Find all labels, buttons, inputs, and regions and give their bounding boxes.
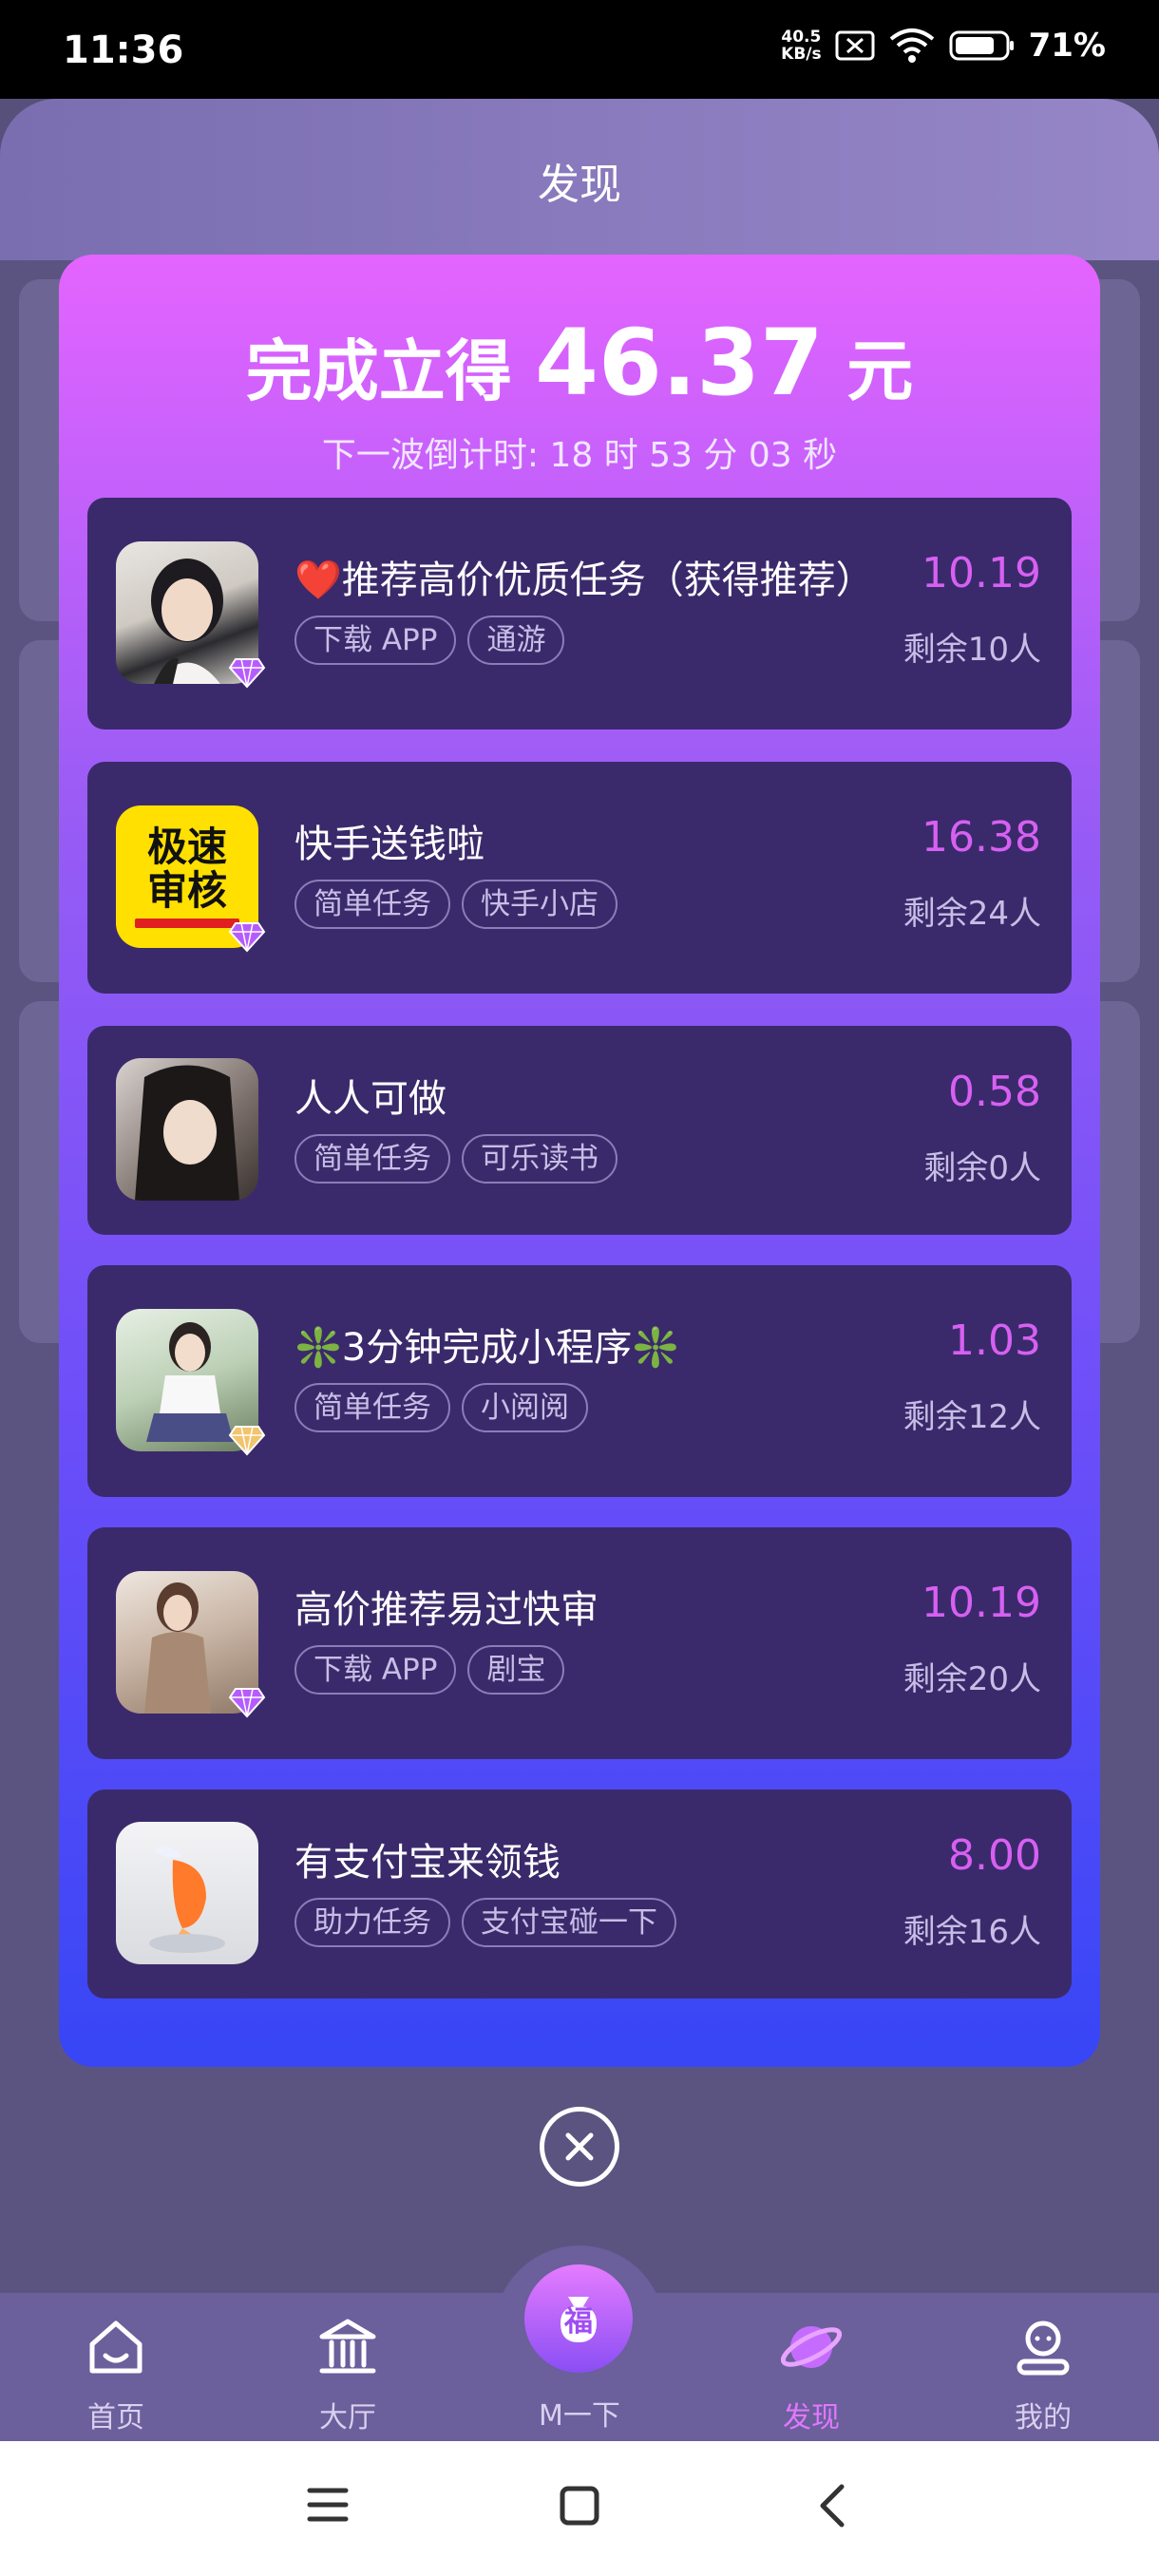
task-price: 8.00 (948, 1831, 1041, 1880)
status-time: 11:36 (63, 28, 184, 72)
girl-portrait-image (135, 1065, 239, 1201)
battery-icon (949, 30, 1014, 61)
task-name: 有支付宝来领钱 (294, 1841, 560, 1885)
task-tag: 简单任务 (294, 880, 450, 929)
diamond-badge-icon (228, 1688, 266, 1718)
task-popup: 完成立得 46.37 元 下一波倒计时: 18 时 53 分 03 秒 ❤️推荐… (59, 255, 1100, 2067)
task-remaining: 剩余24人 (902, 895, 1041, 933)
task-remaining: 剩余0人 (923, 1149, 1041, 1187)
task-tag: 下载 APP (294, 616, 457, 665)
task-tags: 下载 APP 剧宝 (294, 1645, 565, 1695)
page-title: 发现 (538, 161, 621, 209)
task-tag: 简单任务 (294, 1383, 450, 1432)
popup-title-amount: 46.37 (535, 310, 824, 416)
home-icon (89, 2320, 142, 2374)
logo-text-line1: 极速 (146, 824, 227, 870)
task-card[interactable]: 有支付宝来领钱 助力任务 支付宝碰一下 8.00 剩余16人 (87, 1790, 1072, 1998)
nav-label: 首页 (87, 2401, 144, 2434)
task-name: 高价推荐易过快审 (294, 1588, 598, 1632)
popup-title-prefix: 完成立得 (245, 332, 512, 410)
close-icon (565, 2132, 594, 2161)
logo-red-bar (135, 919, 239, 928)
diamond-gold-badge-icon (228, 1426, 266, 1456)
task-price: 10.19 (922, 549, 1041, 597)
planet-icon (780, 2326, 843, 2368)
home-square-icon[interactable] (559, 2485, 600, 2527)
task-price: 0.58 (948, 1068, 1041, 1116)
nav-label: 我的 (1015, 2401, 1072, 2434)
task-price: 10.19 (922, 1579, 1041, 1627)
task-card[interactable]: ❇️3分钟完成小程序❇️ 简单任务 小阅阅 1.03 剩余12人 (87, 1265, 1072, 1497)
task-price: 1.03 (948, 1316, 1041, 1365)
task-tags: 简单任务 可乐读书 (294, 1134, 618, 1184)
task-price: 16.38 (922, 813, 1041, 862)
task-tags: 简单任务 小阅阅 (294, 1383, 588, 1432)
task-remaining: 剩余12人 (902, 1398, 1041, 1436)
task-tag: 剧宝 (467, 1645, 565, 1695)
task-remaining: 剩余16人 (902, 1913, 1041, 1951)
logo-text-line2: 审核 (146, 867, 227, 914)
fu-character: 福 (564, 2305, 593, 2339)
task-tag: 快手小店 (462, 880, 618, 929)
task-tags: 简单任务 快手小店 (294, 880, 618, 929)
task-thumbnail (116, 1058, 258, 1201)
page-header: 发现 (0, 99, 1159, 260)
task-name: 快手送钱啦 (294, 823, 484, 866)
task-remaining: 剩余20人 (902, 1660, 1041, 1698)
task-tags: 助力任务 支付宝碰一下 (294, 1898, 676, 1947)
no-sim-icon (835, 30, 875, 61)
nav-item-hall[interactable]: 大厅 (272, 2293, 424, 2441)
task-remaining: 剩余10人 (902, 631, 1041, 669)
back-icon[interactable] (813, 2483, 851, 2529)
hall-icon (319, 2319, 376, 2374)
popup-title-suffix: 元 (846, 332, 914, 410)
task-tags: 下载 APP 通游 (294, 616, 565, 665)
task-tag: 助力任务 (294, 1898, 450, 1947)
task-tag: 支付宝碰一下 (462, 1898, 676, 1947)
task-card[interactable]: 人人可做 简单任务 可乐读书 0.58 剩余0人 (87, 1026, 1072, 1235)
system-nav-bar (0, 2441, 1159, 2576)
task-card[interactable]: 极速 审核 快手送钱啦 简单任务 快手小店 16.38 剩余24人 (87, 762, 1072, 994)
nav-label: 发现 (783, 2401, 840, 2434)
countdown-text: 下一波倒计时: 18 时 53 分 03 秒 (321, 436, 838, 475)
status-icons: 40.5 KB/s 71% (781, 27, 1106, 65)
wifi-icon (889, 28, 934, 63)
task-thumbnail (116, 1822, 258, 1964)
status-bar: 11:36 40.5 KB/s 71% (0, 0, 1159, 99)
task-card[interactable]: 高价推荐易过快审 下载 APP 剧宝 10.19 剩余20人 (87, 1527, 1072, 1759)
battery-percent: 71% (1028, 27, 1106, 65)
net-speed: 40.5 KB/s (781, 28, 821, 63)
koi-fish-image (149, 1847, 225, 1953)
popup-header: 完成立得 46.37 元 下一波倒计时: 18 时 53 分 03 秒 (59, 310, 1100, 477)
diamond-badge-icon (228, 922, 266, 953)
nav-item-m-yixia[interactable]: 福 (524, 2264, 633, 2373)
task-name: 人人可做 (294, 1077, 446, 1121)
diamond-badge-icon (228, 658, 266, 689)
nav-item-profile[interactable]: 我的 (967, 2293, 1119, 2441)
task-tag: 通游 (467, 616, 565, 665)
menu-icon[interactable] (306, 2483, 350, 2527)
nav-item-home[interactable]: 首页 (40, 2293, 192, 2441)
task-tag: 简单任务 (294, 1134, 450, 1184)
close-popup-button[interactable] (540, 2107, 619, 2187)
popup-title: 完成立得 46.37 元 (59, 310, 1100, 416)
task-tag: 小阅阅 (462, 1383, 588, 1432)
task-name: ❇️3分钟完成小程序❇️ (294, 1326, 680, 1370)
task-name: ❤️推荐高价优质任务（获得推荐） (294, 559, 874, 602)
nav-item-discover[interactable]: 发现 (735, 2293, 887, 2441)
net-speed-value: 40.5 (781, 28, 822, 47)
task-card[interactable]: ❤️推荐高价优质任务（获得推荐） 下载 APP 通游 10.19 剩余10人 (87, 498, 1072, 729)
net-speed-unit: KB/s (781, 45, 822, 64)
profile-icon (1016, 2320, 1070, 2376)
nav-label: M一下 (539, 2399, 620, 2433)
task-tag: 可乐读书 (462, 1134, 618, 1184)
task-tag: 下载 APP (294, 1645, 457, 1695)
nav-label: 大厅 (319, 2401, 376, 2434)
